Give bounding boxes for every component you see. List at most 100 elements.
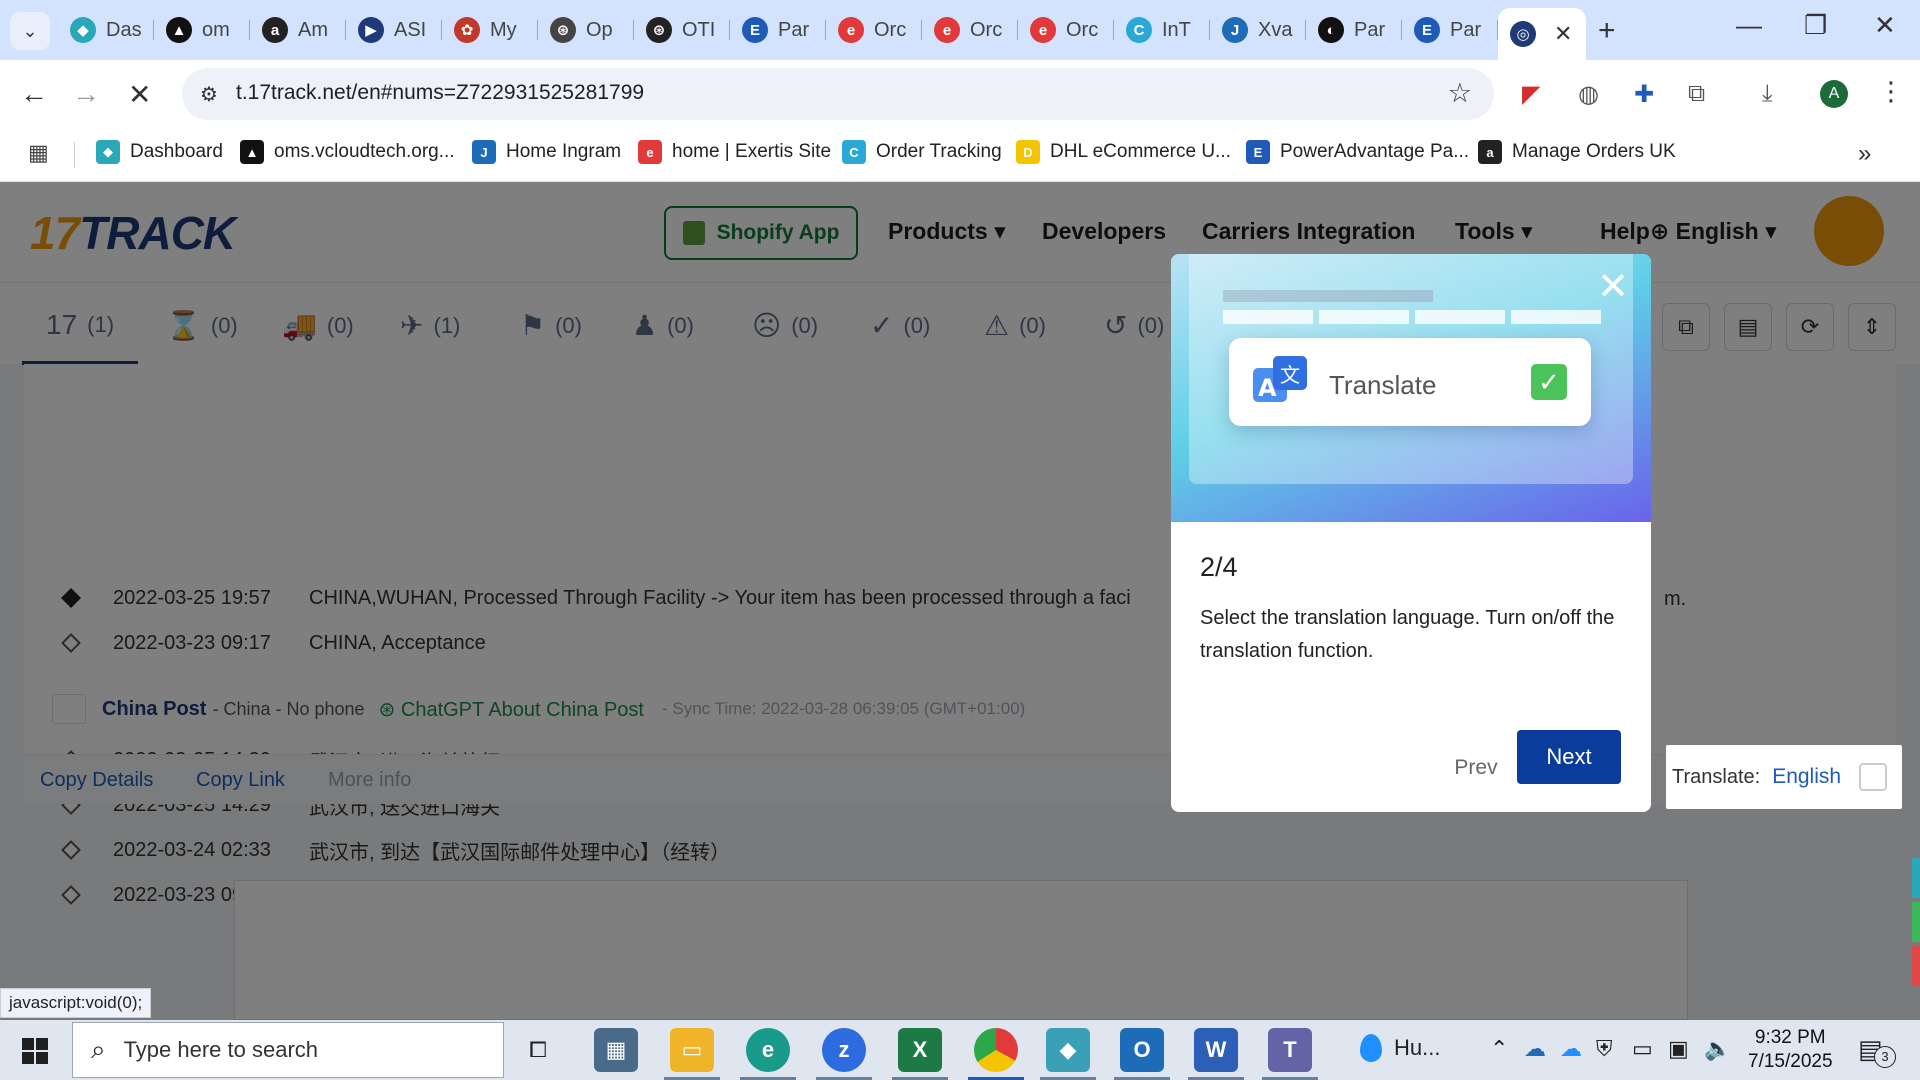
tab-title: Orc [1066, 18, 1099, 41]
address-bar[interactable]: ⚙ t.17track.net/en#nums=Z722931525281799… [182, 68, 1494, 120]
tab-title: InT [1162, 18, 1191, 41]
bookmark-item[interactable]: E PowerAdvantage Pa... [1246, 140, 1469, 164]
system-clock[interactable]: 9:32 PM 7/15/2025 [1748, 1026, 1833, 1074]
chrome-icon[interactable] [974, 1028, 1018, 1072]
browser-toolbar: ← → ✕ ⚙ t.17track.net/en#nums=Z722931525… [0, 60, 1920, 128]
browser-tab[interactable]: ✿ My [442, 8, 538, 52]
globe-extension-icon[interactable]: ◍ [1578, 80, 1599, 109]
bookmark-item[interactable]: e home | Exertis Site [638, 140, 831, 164]
tab-search-button[interactable]: ⌄ [10, 12, 50, 50]
browser-tab[interactable]: ◆ Das [58, 8, 154, 52]
hero-translate-label: Translate [1329, 370, 1437, 400]
browser-tab[interactable]: a Am [250, 8, 346, 52]
hero-mock-bar [1415, 310, 1505, 324]
tab-favicon-icon: E [1414, 17, 1440, 43]
back-button[interactable]: ← [20, 78, 48, 110]
puzzle-extension-icon[interactable]: ✚ [1634, 80, 1654, 109]
onedrive-personal-icon[interactable]: ☁ [1560, 1036, 1582, 1062]
tab-favicon-icon: ✿ [454, 17, 480, 43]
windows-taskbar: ⌕ Type here to search ⧠ ▦ ▭ e z X ◆ O W … [0, 1020, 1920, 1080]
stop-loading-button[interactable]: ✕ [128, 78, 151, 111]
tab-favicon-icon: ◐ [1318, 17, 1344, 43]
status-bar-url: javascript:void(0); [0, 988, 152, 1018]
next-button[interactable]: Next [1517, 730, 1621, 784]
show-hidden-icons[interactable]: ⌃ [1490, 1036, 1508, 1062]
browser-tab[interactable]: e Orc [922, 8, 1018, 52]
close-modal-icon[interactable]: ✕ [1597, 268, 1629, 306]
minimize-button[interactable]: — [1736, 10, 1762, 41]
bookmark-item[interactable]: C Order Tracking [842, 140, 1002, 164]
security-icon[interactable]: ⛨ [1596, 1036, 1613, 1062]
start-button[interactable] [22, 1038, 48, 1064]
bookmark-label: home | Exertis Site [672, 141, 832, 162]
network-icon[interactable]: ▣ [1668, 1036, 1689, 1062]
site-settings-icon[interactable]: ⚙ [200, 82, 218, 107]
browser-tab[interactable]: e Orc [826, 8, 922, 52]
close-window-button[interactable]: ✕ [1874, 10, 1896, 41]
forward-button[interactable]: → [72, 78, 100, 110]
teams-icon[interactable]: T [1268, 1028, 1312, 1072]
more-bookmarks-icon[interactable]: » [1858, 140, 1871, 168]
browser-tab[interactable]: e Orc [1018, 8, 1114, 52]
browser-tab[interactable]: ▲ om [154, 8, 250, 52]
bookmark-label: Manage Orders UK [1512, 141, 1676, 162]
hero-translate-card: A 文 Translate ✓ [1229, 338, 1591, 426]
extensions-icon[interactable]: ⧉ [1688, 80, 1705, 108]
weather-widget[interactable]: Hu... [1360, 1034, 1440, 1062]
side-tab-red[interactable] [1912, 946, 1920, 986]
side-tab-teal[interactable] [1912, 858, 1920, 898]
zoom-icon[interactable]: z [822, 1028, 866, 1072]
word-icon[interactable]: W [1194, 1028, 1238, 1072]
task-view-icon[interactable]: ⧠ [516, 1028, 560, 1072]
restore-button[interactable]: ❐ [1804, 10, 1827, 41]
bookmark-favicon-icon: ▲ [240, 140, 264, 164]
clock-date: 7/15/2025 [1748, 1051, 1833, 1072]
browser-tab[interactable]: ⊛ OTI [634, 8, 730, 52]
bookmark-item[interactable]: J Home Ingram [472, 140, 621, 164]
download-icon[interactable]: ⤓ [1762, 80, 1773, 108]
browser-menu-icon[interactable]: ⋮ [1878, 76, 1904, 107]
translate-toggle-checkbox[interactable] [1859, 763, 1888, 791]
bookmark-item[interactable]: ◆ Dashboard [96, 140, 223, 164]
bookmark-item[interactable]: ▲ oms.vcloudtech.org... [240, 140, 455, 164]
bookmark-item[interactable]: D DHL eCommerce U... [1016, 140, 1231, 164]
calculator-icon[interactable]: ▦ [594, 1028, 638, 1072]
pdf-extension-icon[interactable]: ◤ [1522, 80, 1540, 109]
onedrive-icon[interactable]: ☁ [1524, 1036, 1546, 1062]
tab-title: Orc [874, 18, 907, 41]
browser-tab[interactable]: ⊛ Op [538, 8, 634, 52]
profile-avatar[interactable]: A [1820, 80, 1848, 108]
outlook-icon[interactable]: O [1120, 1028, 1164, 1072]
browser-tab[interactable]: ▶ ASI [346, 8, 442, 52]
bookmark-star-icon[interactable]: ☆ [1448, 78, 1472, 109]
hero-mock-line [1223, 290, 1433, 302]
browser-tab[interactable]: C InT [1114, 8, 1210, 52]
volume-icon[interactable]: 🔈 [1704, 1036, 1731, 1062]
17track-favicon-icon: ◎ [1510, 21, 1536, 47]
taskbar-search[interactable]: ⌕ Type here to search [72, 1022, 504, 1078]
hero-mock-bar [1319, 310, 1409, 324]
side-tab-green[interactable] [1912, 902, 1920, 942]
new-tab-button[interactable]: + [1598, 14, 1616, 48]
excel-icon[interactable]: X [898, 1028, 942, 1072]
browser-tab-active[interactable]: ◎ ✕ [1498, 8, 1586, 60]
browser-tab[interactable]: E Par [730, 8, 826, 52]
step-indicator: 2/4 [1200, 552, 1238, 582]
browser-tab[interactable]: J Xva [1210, 8, 1306, 52]
tab-favicon-icon: ▶ [358, 17, 384, 43]
file-explorer-icon[interactable]: ▭ [670, 1028, 714, 1072]
tab-title: Par [778, 18, 810, 41]
onboarding-modal: A 文 Translate ✓ ✕ 2/4 Select the transla… [1171, 254, 1651, 812]
hero-mock-bar [1223, 310, 1313, 324]
bookmark-item[interactable]: a Manage Orders UK [1478, 140, 1676, 164]
notification-center-icon[interactable]: ▤ 3 [1858, 1034, 1896, 1068]
app-diamond-icon[interactable]: ◆ [1046, 1028, 1090, 1072]
translate-language-select[interactable]: English [1772, 765, 1841, 789]
close-tab-icon[interactable]: ✕ [1554, 21, 1572, 47]
prev-button[interactable]: Prev [1435, 742, 1517, 794]
browser-tab[interactable]: E Par [1402, 8, 1498, 52]
battery-icon[interactable]: ▭ [1632, 1036, 1653, 1062]
browser-tab[interactable]: ◐ Par [1306, 8, 1402, 52]
edge-icon[interactable]: e [746, 1028, 790, 1072]
apps-grid-icon[interactable]: ▦ [28, 140, 49, 166]
